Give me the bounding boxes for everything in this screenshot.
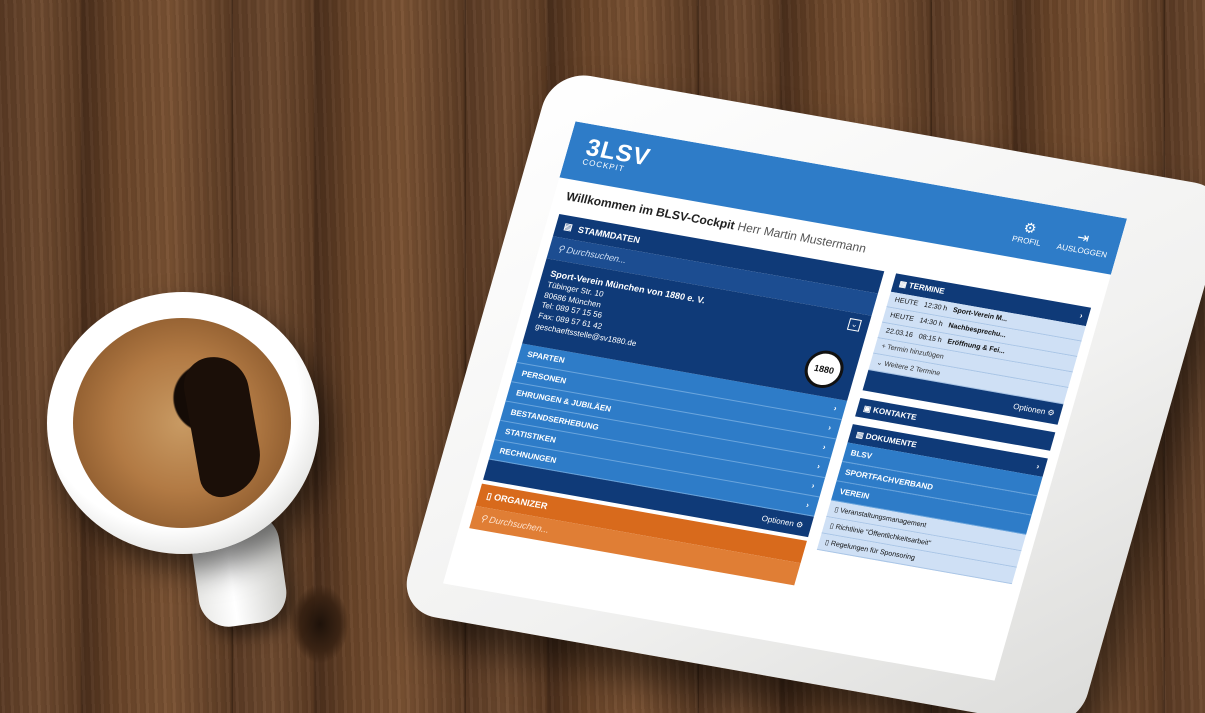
organizer-title: ORGANIZER: [492, 492, 549, 512]
termin-date: HEUTE: [889, 312, 915, 323]
doc-group-label: BLSV: [849, 448, 874, 461]
search-placeholder: Durchsuchen...: [488, 514, 551, 535]
chevron-right-icon: ›: [810, 481, 816, 491]
chevron-right-icon: ›: [805, 500, 811, 510]
wood-knot: [292, 585, 348, 663]
chevron-right-icon: ›: [821, 442, 827, 452]
kontakte-title: KONTAKTE: [872, 405, 918, 422]
termin-date: HEUTE: [893, 296, 920, 308]
termin-date: 22.03.16: [884, 327, 914, 340]
profile-button[interactable]: ⚙ PROFIL: [1003, 216, 1056, 249]
menu-label: STATISTIKEN: [503, 427, 557, 445]
gear-icon: ⚙: [794, 519, 805, 530]
menu-label: PERSONEN: [520, 369, 568, 386]
chevron-right-icon: ›: [832, 403, 838, 413]
search-icon: ⚲: [479, 513, 489, 524]
search-placeholder: Durchsuchen...: [565, 244, 628, 266]
tablet-screen: 3LSV COCKPIT ⚙ PROFIL ⇥ AUSLOGGEN Willko…: [443, 121, 1127, 681]
chevron-down-icon[interactable]: ⌄: [846, 318, 862, 332]
menu-label: SPARTEN: [526, 349, 566, 365]
doc-group-label: VEREIN: [838, 487, 871, 501]
club-crest: 1880: [800, 347, 849, 391]
search-icon: ⚲: [556, 243, 566, 255]
chevron-right-icon: ›: [827, 423, 833, 433]
crest-text: 1880: [812, 362, 836, 376]
coffee: [73, 318, 291, 528]
options-label: Optionen: [1012, 401, 1047, 417]
termin-time: 08:15 h: [917, 333, 943, 345]
document-icon: ▤: [562, 221, 574, 233]
chevron-right-icon: ›: [816, 461, 822, 471]
chevron-right-icon: ›: [1035, 461, 1041, 472]
termin-time: 12:30 h: [922, 301, 948, 313]
options-label: Optionen: [760, 513, 796, 529]
blsv-logo[interactable]: 3LSV COCKPIT: [581, 134, 653, 177]
logout-button[interactable]: ⇥ AUSLOGGEN: [1056, 226, 1109, 260]
termin-time: 14:30 h: [918, 317, 944, 329]
gear-icon: ⚙: [1046, 407, 1056, 418]
coffee-cup: [47, 292, 319, 554]
chevron-right-icon: ›: [1078, 311, 1084, 321]
termine-title: TERMINE: [907, 280, 946, 296]
